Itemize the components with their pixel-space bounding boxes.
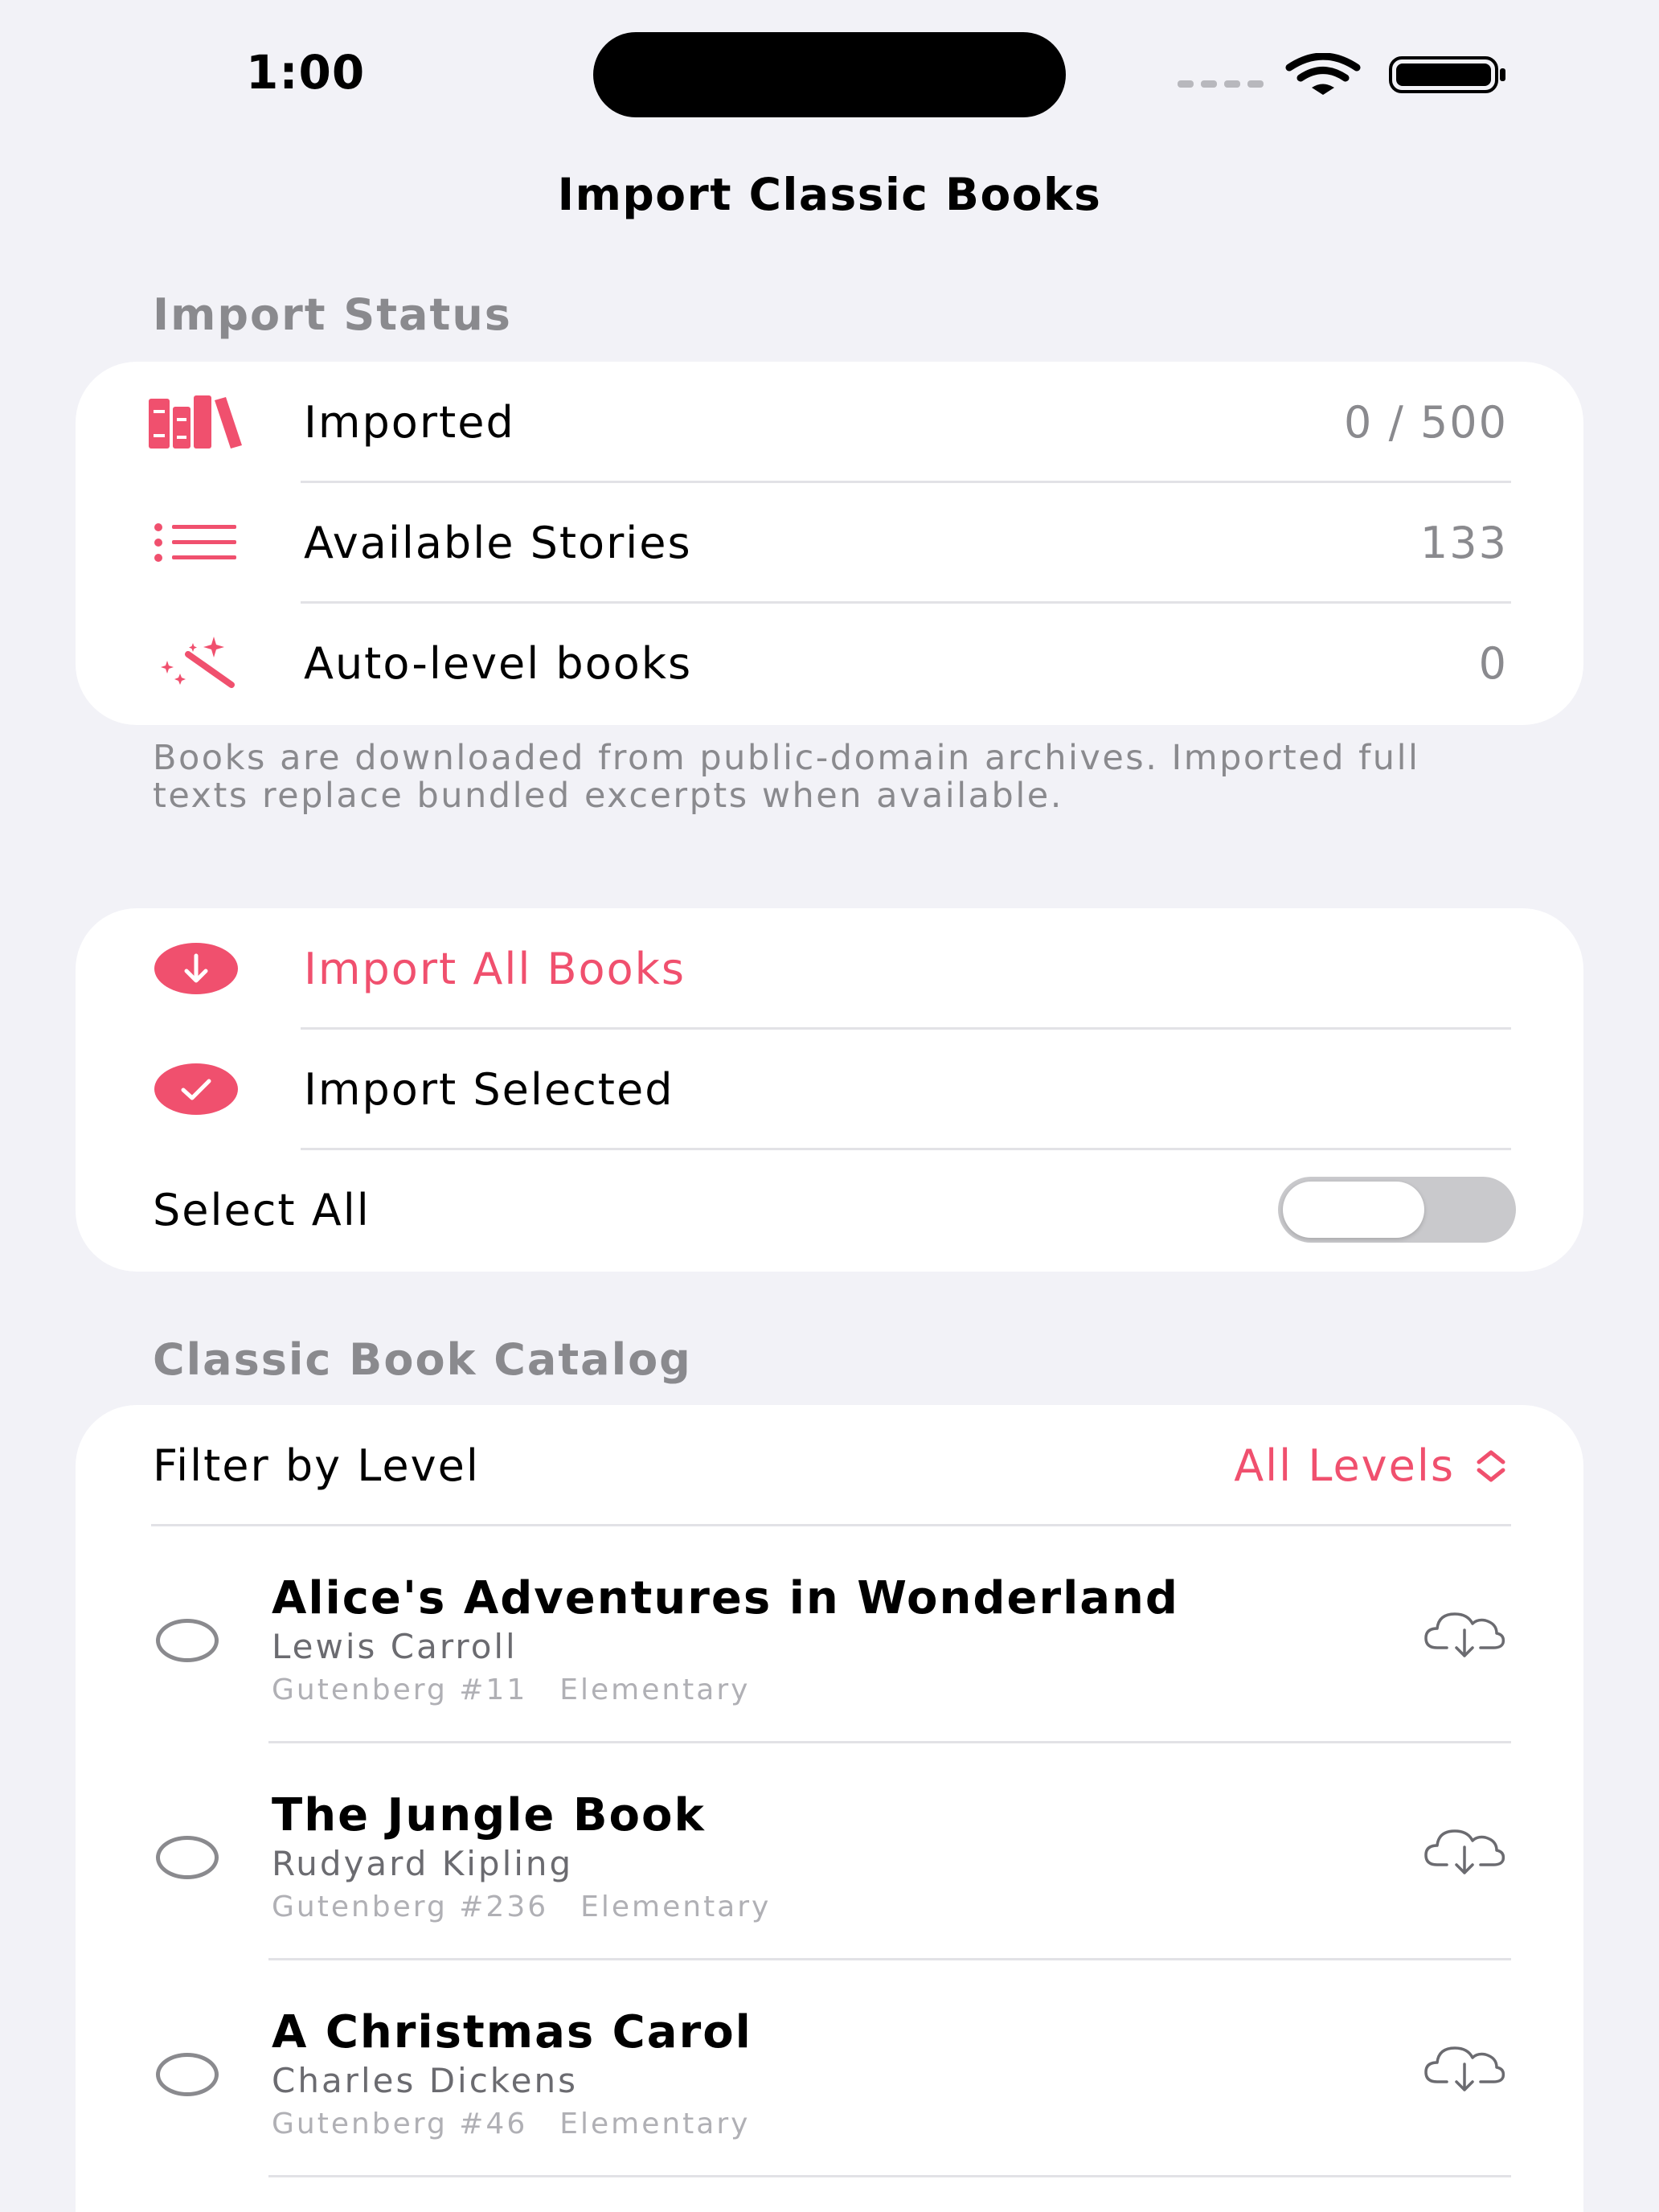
book-meta: Gutenberg #11 Elementary: [272, 1673, 750, 1706]
import-classic-books-screen: 1:00 Import Classic Books Import Status: [0, 0, 1659, 2212]
book-select-radio[interactable]: [156, 1619, 219, 1662]
cloud-download-icon[interactable]: [1423, 1609, 1506, 1659]
filter-label: Filter by Level: [153, 1440, 480, 1491]
auto-level-value: 0: [1478, 638, 1508, 689]
book-select-radio[interactable]: [156, 1836, 219, 1879]
book-author: Lewis Carroll: [272, 1627, 518, 1666]
status-time: 1:00: [246, 45, 366, 100]
book-level: Elementary: [559, 2108, 751, 2140]
import-all-button[interactable]: Import All Books: [76, 908, 1583, 1029]
cloud-download-icon[interactable]: [1423, 2043, 1506, 2093]
import-selected-label: Import Selected: [304, 1064, 674, 1115]
import-selected-button[interactable]: Import Selected: [76, 1029, 1583, 1149]
battery-icon: [1389, 56, 1505, 93]
imported-label: Imported: [304, 397, 515, 448]
book-author: Charles Dickens: [272, 2061, 578, 2100]
select-all-label: Select All: [153, 1185, 371, 1235]
book-select-radio[interactable]: [156, 2053, 219, 2096]
list-icon: [154, 523, 236, 562]
available-stories-value: 133: [1419, 518, 1508, 568]
book-row[interactable]: Alice's Adventures in Wonderland Lewis C…: [76, 1526, 1583, 1743]
cellular-signal-icon: [1178, 80, 1264, 88]
select-all-toggle[interactable]: [1278, 1177, 1516, 1243]
available-stories-row: Available Stories 133: [76, 482, 1583, 603]
import-status-header: Import Status: [153, 289, 512, 340]
magic-wand-icon: [161, 637, 235, 688]
available-stories-label: Available Stories: [304, 518, 692, 568]
separator: [268, 2175, 1511, 2177]
wifi-icon: [1285, 53, 1361, 95]
import-status-footer: Books are downloaded from public-domain …: [153, 738, 1420, 816]
book-row[interactable]: A Christmas Carol Charles Dickens Gutenb…: [76, 1960, 1583, 2177]
book-level: Elementary: [559, 1673, 751, 1706]
book-source: Gutenberg #236: [272, 1890, 549, 1923]
book-title: Alice's Adventures in Wonderland: [272, 1572, 1180, 1624]
dynamic-island: [593, 32, 1066, 117]
import-actions-card: Import All Books Import Selected Select …: [76, 908, 1583, 1272]
import-all-label: Import All Books: [304, 944, 686, 994]
imported-value: 0 / 500: [1344, 397, 1508, 448]
catalog-card: Filter by Level All Levels Alice's Adven…: [76, 1405, 1583, 2212]
catalog-header: Classic Book Catalog: [153, 1334, 692, 1385]
imported-row: Imported 0 / 500: [76, 362, 1583, 482]
level-filter-picker[interactable]: All Levels: [1234, 1440, 1508, 1491]
download-circle-icon: [154, 943, 238, 994]
book-meta: Gutenberg #46 Elementary: [272, 2108, 750, 2140]
auto-level-label: Auto-level books: [304, 638, 693, 689]
level-filter-value: All Levels: [1234, 1440, 1455, 1491]
auto-level-row: Auto-level books 0: [76, 603, 1583, 723]
book-row[interactable]: The Jungle Book Rudyard Kipling Gutenber…: [76, 1743, 1583, 1960]
book-level: Elementary: [580, 1890, 772, 1923]
book-title: A Christmas Carol: [272, 2006, 752, 2058]
filter-row: Filter by Level All Levels: [76, 1405, 1583, 1526]
checkmark-circle-icon: [154, 1063, 238, 1115]
page-title: Import Classic Books: [557, 169, 1102, 220]
cloud-download-icon[interactable]: [1423, 1826, 1506, 1876]
book-source: Gutenberg #11: [272, 1673, 528, 1706]
book-meta: Gutenberg #236 Elementary: [272, 1890, 771, 1923]
book-title: The Jungle Book: [272, 1789, 706, 1841]
books-icon: [149, 395, 242, 449]
book-source: Gutenberg #46: [272, 2108, 528, 2140]
import-status-card: Imported 0 / 500 Available Stories 133 A…: [76, 362, 1583, 725]
select-all-row: Select All: [76, 1149, 1583, 1270]
chevron-up-down-icon: [1477, 1450, 1505, 1481]
book-author: Rudyard Kipling: [272, 1844, 574, 1883]
toggle-knob: [1283, 1182, 1424, 1238]
